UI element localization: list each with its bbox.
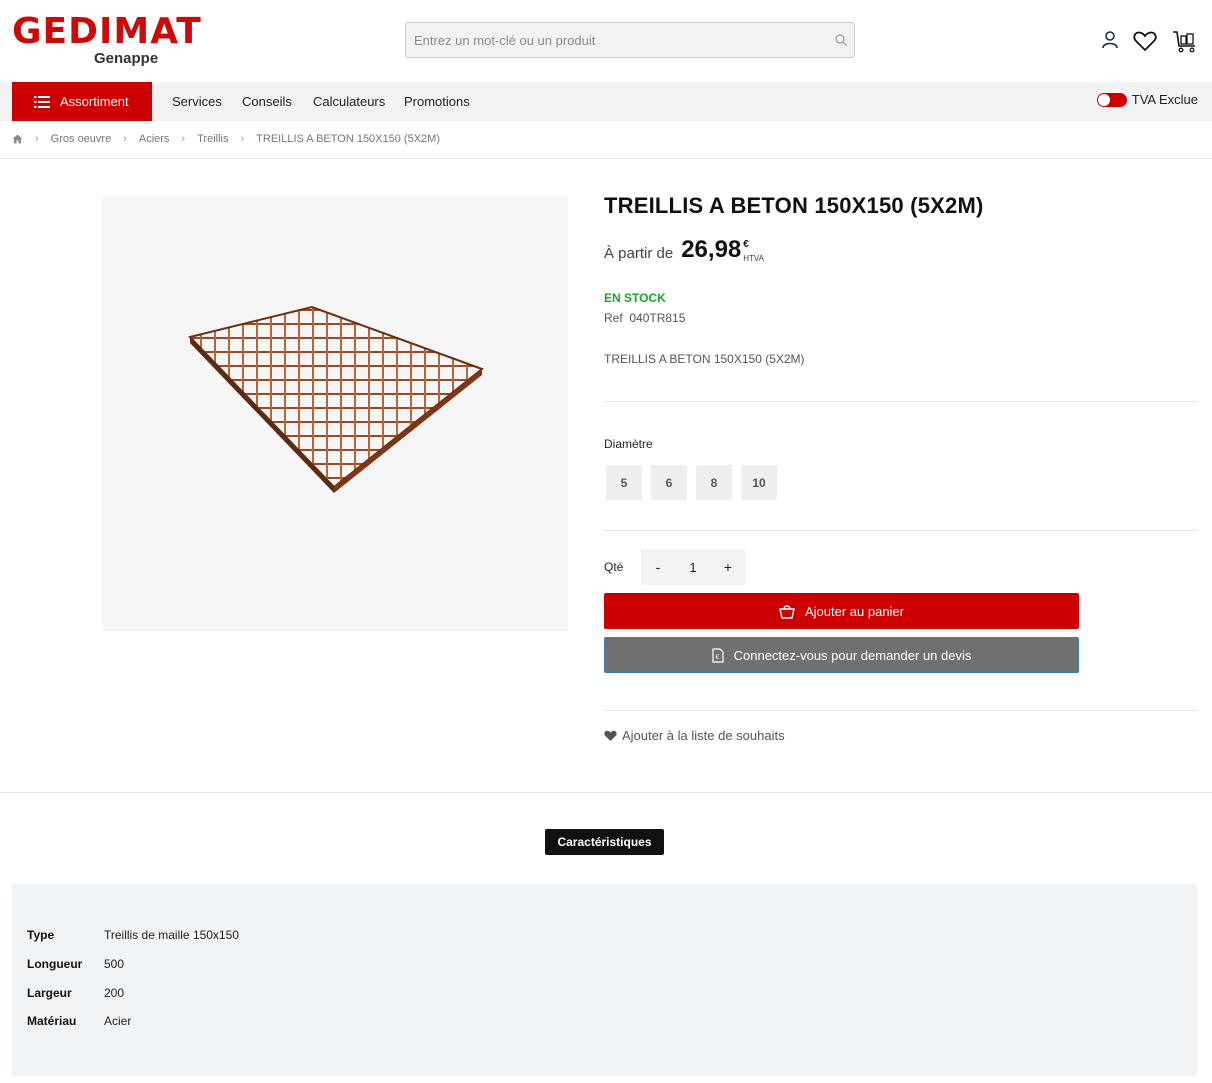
diameter-label: Diamètre <box>604 437 653 451</box>
menu-list-icon <box>34 95 50 108</box>
cart-icon[interactable] <box>1172 28 1198 54</box>
tva-label: TVA Exclue <box>1131 92 1198 107</box>
assortiment-label: Assortiment <box>60 94 129 109</box>
product-image[interactable] <box>102 197 568 631</box>
divider <box>604 710 1197 711</box>
logo-store-name: Genappe <box>94 50 159 67</box>
wishlist-label: Ajouter à la liste de souhaits <box>622 728 785 743</box>
qty-decrease-button[interactable]: - <box>641 549 675 585</box>
ref-value: 040TR815 <box>629 311 686 325</box>
ref-label: Ref <box>604 311 623 325</box>
chevron-right-icon: › <box>35 133 39 145</box>
tab-caracteristiques[interactable]: Caractéristiques <box>545 829 664 855</box>
spec-value: 500 <box>104 957 125 971</box>
spec-key: Matériau <box>27 1014 77 1028</box>
search-icon[interactable] <box>834 33 848 47</box>
diameter-option-5[interactable]: 5 <box>606 465 642 500</box>
spec-value: Acier <box>104 1014 132 1028</box>
heart-filled-icon <box>604 730 617 741</box>
price-block: À partir de 26,98 € HTVA <box>604 236 764 264</box>
nav-link-promotions[interactable]: Promotions <box>404 82 470 121</box>
product-title: TREILLIS A BETON 150X150 (5X2M) <box>604 193 984 218</box>
diameter-option-6[interactable]: 6 <box>651 465 687 500</box>
short-description: TREILLIS A BETON 150X150 (5X2M) <box>604 352 805 366</box>
price-value: 26,98 <box>681 236 742 263</box>
qty-increase-button[interactable]: + <box>711 549 745 585</box>
spec-value: 200 <box>104 986 125 1000</box>
chevron-right-icon: › <box>181 133 186 145</box>
search-bar <box>405 22 855 58</box>
spec-value: Treillis de maille 150x150 <box>104 928 239 942</box>
add-to-cart-button[interactable]: Ajouter au panier <box>604 593 1079 629</box>
price-prefix: À partir de <box>604 245 674 262</box>
divider <box>0 792 1212 793</box>
request-quote-label: Connectez-vous pour demander un devis <box>733 647 972 663</box>
breadcrumb-item[interactable]: Treillis <box>197 133 228 145</box>
nav-link-services[interactable]: Services <box>172 82 222 121</box>
divider <box>0 158 1212 159</box>
breadcrumb-item[interactable]: Gros oeuvre <box>51 133 112 145</box>
mesh-illustration <box>188 305 485 493</box>
toggle-knob <box>1097 93 1110 106</box>
site-header: GEDIMAT Genappe <box>0 0 1212 82</box>
spec-row: Matériau Acier <box>27 1014 131 1028</box>
divider <box>604 530 1197 531</box>
spec-row: Type Treillis de maille 150x150 <box>27 928 239 942</box>
logo-wordmark: GEDIMAT <box>12 11 202 52</box>
stock-status: EN STOCK <box>604 291 666 305</box>
spec-key: Type <box>27 928 55 942</box>
tva-toggle[interactable] <box>1096 92 1127 107</box>
diameter-option-10[interactable]: 10 <box>741 465 777 500</box>
svg-text:€: € <box>715 654 719 661</box>
add-to-wishlist-link[interactable]: Ajouter à la liste de souhaits <box>604 728 785 743</box>
main-nav: Assortiment Services Conseils Calculateu… <box>0 82 1212 121</box>
add-to-cart-label: Ajouter au panier <box>804 603 904 619</box>
nav-link-calculateurs[interactable]: Calculateurs <box>313 82 385 121</box>
chevron-right-icon: › <box>240 133 245 145</box>
quote-document-icon: € <box>712 647 724 663</box>
spec-row: Largeur 200 <box>27 986 124 1000</box>
nav-link-conseils[interactable]: Conseils <box>242 82 292 121</box>
breadcrumb-item[interactable]: Aciers <box>139 133 170 145</box>
divider <box>604 401 1197 402</box>
spec-key: Longueur <box>27 957 83 971</box>
heart-icon[interactable] <box>1132 28 1158 54</box>
request-quote-button[interactable]: € Connectez-vous pour demander un devis <box>604 637 1079 673</box>
breadcrumb-current: TREILLIS A BETON 150X150 (5X2M) <box>256 133 440 145</box>
chevron-right-icon: › <box>123 133 127 145</box>
diameter-option-8[interactable]: 8 <box>696 465 732 500</box>
spec-key: Largeur <box>27 986 72 1000</box>
product-ref: Ref 040TR815 <box>604 311 685 325</box>
tva-toggle-group: TVA Exclue <box>1096 92 1198 107</box>
account-icon[interactable] <box>1100 30 1120 50</box>
basket-icon <box>779 604 795 619</box>
search-input[interactable] <box>406 23 826 57</box>
price-suffix: € HTVA <box>743 240 764 264</box>
assortiment-button[interactable]: Assortiment <box>12 82 152 121</box>
gedimat-logo[interactable]: GEDIMAT Genappe <box>12 10 201 70</box>
tax-label: HTVA <box>743 254 765 263</box>
spec-row: Longueur 500 <box>27 957 124 971</box>
currency-symbol: € <box>743 239 749 250</box>
breadcrumb: › Gros oeuvre › Aciers › Treillis › TREI… <box>12 130 440 148</box>
home-icon[interactable] <box>12 134 23 144</box>
characteristics-panel: Type Treillis de maille 150x150 Longueur… <box>12 884 1197 1076</box>
quantity-label: Qté <box>604 560 624 574</box>
quantity-stepper: - 1 + <box>641 549 745 585</box>
qty-input[interactable]: 1 <box>675 560 711 575</box>
